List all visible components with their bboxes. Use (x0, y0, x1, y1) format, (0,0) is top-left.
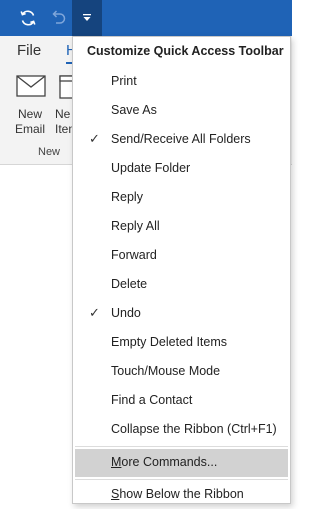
menu-item[interactable]: Print (75, 68, 288, 96)
menu-item[interactable]: Touch/Mouse Mode (75, 358, 288, 386)
show-below-ribbon-item-label: Show Below the Ribbon (111, 487, 244, 501)
menu-item-label: Touch/Mouse Mode (111, 364, 221, 378)
menu-item-label: Reply All (111, 219, 160, 233)
checkmark-icon: ✓ (89, 131, 100, 146)
menu-item-label: Save As (111, 103, 157, 117)
menu-item[interactable]: Update Folder (75, 155, 288, 183)
menu-item[interactable]: Reply (75, 184, 288, 212)
more-commands-item[interactable]: More Commands... (75, 449, 288, 477)
menu-item-label: Forward (111, 248, 157, 262)
menu-item-label: Reply (111, 190, 143, 204)
menu-item[interactable]: Reply All (75, 213, 288, 241)
menu-item[interactable]: ✓ Undo (75, 300, 288, 328)
menu-item[interactable]: Collapse the Ribbon (Ctrl+F1) (75, 416, 288, 444)
menu-separator (75, 446, 288, 447)
menu-item-label: Find a Contact (111, 393, 193, 407)
menu-item-label: Undo (111, 306, 141, 320)
undo-icon (52, 10, 66, 24)
menu-item[interactable]: Forward (75, 242, 288, 270)
customize-qat-menu: Customize Quick Access Toolbar Print Save… (72, 36, 291, 504)
more-commands-item-label: More Commands... (111, 455, 218, 469)
new-email-button[interactable] (16, 74, 46, 103)
menu-item[interactable]: ✓ Send/Receive All Folders (75, 126, 288, 154)
menu-item-label: Empty Deleted Items (111, 335, 228, 349)
menu-separator (75, 479, 288, 480)
menu-item-label: Delete (111, 277, 148, 291)
new-items-label: NeItem (55, 107, 73, 136)
checkmark-icon: ✓ (89, 305, 100, 320)
new-email-label: New Email (14, 107, 45, 136)
chevron-down-icon (83, 14, 91, 21)
ribbon-group-label: New (38, 146, 61, 158)
menu-item[interactable]: Delete (75, 271, 288, 299)
title-bar (0, 0, 292, 36)
customize-qat-dropdown-button[interactable] (72, 0, 102, 36)
undo-button[interactable] (44, 4, 72, 32)
menu-item-label: Collapse the Ribbon (Ctrl+F1) (111, 422, 277, 436)
menu-header: Customize Quick Access Toolbar (87, 44, 284, 58)
send-receive-button[interactable] (14, 4, 42, 32)
sync-icon (20, 10, 36, 26)
menu-item-label: Update Folder (111, 161, 191, 175)
menu-item[interactable]: Save As (75, 97, 288, 125)
menu-item-label: Print (111, 74, 137, 88)
tab-file[interactable]: File (17, 42, 41, 59)
menu-item[interactable]: Find a Contact (75, 387, 288, 415)
menu-item-label: Send/Receive All Folders (111, 132, 251, 146)
menu-item[interactable]: Empty Deleted Items (75, 329, 288, 357)
envelope-icon (16, 75, 46, 97)
